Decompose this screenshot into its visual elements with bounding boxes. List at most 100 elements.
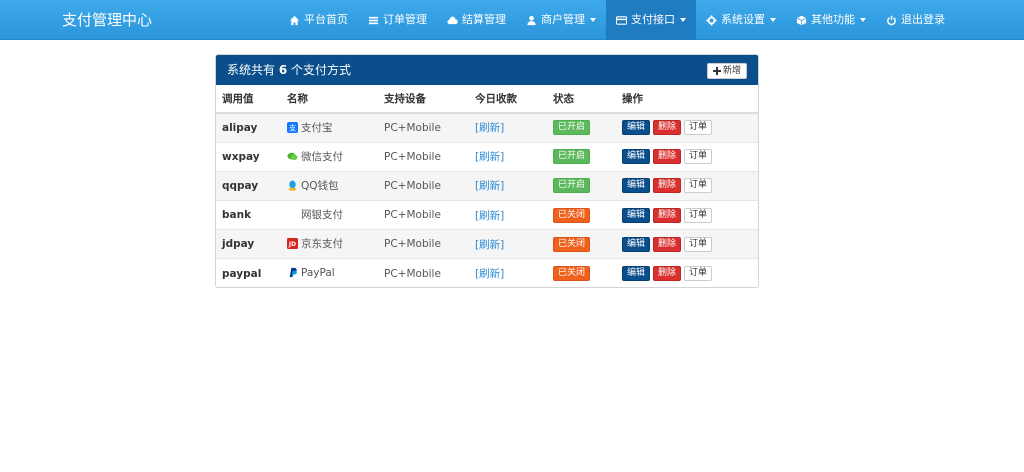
plus-icon xyxy=(712,67,721,75)
cell-status: 已开启 xyxy=(547,170,616,201)
cell-code: jdpay xyxy=(216,229,281,259)
credit-card-icon xyxy=(616,15,627,26)
order-button[interactable]: 订单 xyxy=(684,149,713,165)
status-badge[interactable]: 已关闭 xyxy=(553,266,591,282)
delete-button[interactable]: 删除 xyxy=(653,149,682,165)
order-button[interactable]: 订单 xyxy=(684,120,713,136)
delete-button[interactable]: 删除 xyxy=(653,266,682,282)
cell-device: PC+Mobile xyxy=(378,258,469,287)
delete-button[interactable]: 删除 xyxy=(653,236,682,252)
nav-item-4[interactable]: 支付接口 xyxy=(606,0,696,40)
nav-item-label: 退出登录 xyxy=(901,13,945,26)
cell-actions: 编辑 删除 订单 xyxy=(616,141,758,172)
table-row: qqpay QQ钱包 PC+Mobile [刷新] 已开启 编辑 删除 订单 xyxy=(216,170,758,201)
status-badge[interactable]: 已开启 xyxy=(553,178,591,194)
cell-actions: 编辑 删除 订单 xyxy=(616,229,758,259)
wechat-icon xyxy=(287,151,298,162)
method-count: 6 xyxy=(278,63,288,77)
nav-item-2[interactable]: 结算管理 xyxy=(437,0,516,40)
edit-button[interactable]: 编辑 xyxy=(622,207,651,223)
caret-down-icon xyxy=(680,18,686,22)
nav-item-6[interactable]: 其他功能 xyxy=(786,0,876,40)
add-payment-button[interactable]: 新增 xyxy=(706,63,747,79)
status-badge[interactable]: 已关闭 xyxy=(553,236,591,252)
refresh-link[interactable]: [刷新] xyxy=(475,180,504,192)
cell-status: 已关闭 xyxy=(547,229,616,259)
cell-device: PC+Mobile xyxy=(378,200,469,230)
svg-text:JD: JD xyxy=(288,241,296,248)
cell-name: PayPal xyxy=(281,258,378,287)
cell-actions: 编辑 删除 订单 xyxy=(616,170,758,201)
nav-item-0[interactable]: 平台首页 xyxy=(279,0,358,40)
cell-status: 已开启 xyxy=(547,112,616,143)
cell-name: QQ钱包 xyxy=(281,170,378,201)
svg-text:支: 支 xyxy=(289,123,297,132)
table-row: jdpay JD 京东支付 PC+Mobile [刷新] 已关闭 编辑 删除 订单 xyxy=(216,229,758,259)
cell-device: PC+Mobile xyxy=(378,170,469,201)
cell-name: 网银支付 xyxy=(281,200,378,230)
status-badge[interactable]: 已开启 xyxy=(553,120,591,136)
status-badge[interactable]: 已关闭 xyxy=(553,207,591,223)
payment-name: 微信支付 xyxy=(301,150,343,163)
jd-icon: JD xyxy=(287,238,298,250)
order-button[interactable]: 订单 xyxy=(684,207,713,223)
delete-button[interactable]: 删除 xyxy=(653,178,682,194)
nav-item-7[interactable]: 退出登录 xyxy=(876,0,955,40)
cell-name: 微信支付 xyxy=(281,141,378,172)
caret-down-icon xyxy=(770,18,776,22)
payment-methods-panel: 系统共有 6 个支付方式 新增 调用值 名称 支持设备 今日收款 状态 操作 a… xyxy=(215,54,759,288)
panel-heading: 系统共有 6 个支付方式 新增 xyxy=(216,55,758,85)
payment-name: 网银支付 xyxy=(301,209,343,222)
nav-item-label: 系统设置 xyxy=(721,13,765,26)
edit-button[interactable]: 编辑 xyxy=(622,149,651,165)
status-badge[interactable]: 已开启 xyxy=(553,149,591,165)
cell-income: [刷新] xyxy=(469,170,547,201)
cell-actions: 编辑 删除 订单 xyxy=(616,112,758,143)
col-device: 支持设备 xyxy=(378,85,469,114)
cell-income: [刷新] xyxy=(469,112,547,143)
cloud-icon xyxy=(447,15,458,26)
paypal-icon xyxy=(287,267,298,278)
nav-item-5[interactable]: 系统设置 xyxy=(696,0,786,40)
refresh-link[interactable]: [刷新] xyxy=(475,268,504,280)
blank-icon xyxy=(287,209,298,220)
payment-name: 支付宝 xyxy=(301,121,333,134)
refresh-link[interactable]: [刷新] xyxy=(475,151,504,163)
nav-item-3[interactable]: 商户管理 xyxy=(516,0,606,40)
cell-device: PC+Mobile xyxy=(378,229,469,259)
payment-name: QQ钱包 xyxy=(301,179,339,192)
refresh-link[interactable]: [刷新] xyxy=(475,122,504,134)
delete-button[interactable]: 删除 xyxy=(653,120,682,136)
table-row: alipay 支支付宝 PC+Mobile [刷新] 已开启 编辑 删除 订单 xyxy=(216,112,758,143)
gear-icon xyxy=(706,14,717,26)
order-button[interactable]: 订单 xyxy=(684,178,713,194)
nav-item-1[interactable]: 订单管理 xyxy=(358,0,437,40)
cell-income: [刷新] xyxy=(469,200,547,230)
qq-icon xyxy=(287,180,298,191)
caret-down-icon xyxy=(590,18,596,22)
nav-item-label: 其他功能 xyxy=(811,13,855,26)
edit-button[interactable]: 编辑 xyxy=(622,178,651,194)
cell-code: qqpay xyxy=(216,170,281,201)
col-code: 调用值 xyxy=(216,85,281,114)
user-icon xyxy=(526,15,537,26)
edit-button[interactable]: 编辑 xyxy=(622,120,651,136)
order-button[interactable]: 订单 xyxy=(684,236,713,252)
nav-item-label: 商户管理 xyxy=(541,13,585,26)
edit-button[interactable]: 编辑 xyxy=(622,266,651,282)
edit-button[interactable]: 编辑 xyxy=(622,236,651,252)
cell-actions: 编辑 删除 订单 xyxy=(616,200,758,230)
delete-button[interactable]: 删除 xyxy=(653,207,682,223)
cell-income: [刷新] xyxy=(469,229,547,259)
table-row: paypal PayPal PC+Mobile [刷新] 已关闭 编辑 删除 订单 xyxy=(216,258,758,287)
caret-down-icon xyxy=(860,18,866,22)
cell-status: 已关闭 xyxy=(547,258,616,287)
power-icon xyxy=(886,15,897,26)
home-icon xyxy=(289,15,300,26)
refresh-link[interactable]: [刷新] xyxy=(475,239,504,251)
order-button[interactable]: 订单 xyxy=(684,266,713,282)
nav-item-label: 结算管理 xyxy=(462,13,506,26)
refresh-link[interactable]: [刷新] xyxy=(475,210,504,222)
cell-income: [刷新] xyxy=(469,258,547,287)
brand-title[interactable]: 支付管理中心 xyxy=(62,0,152,40)
